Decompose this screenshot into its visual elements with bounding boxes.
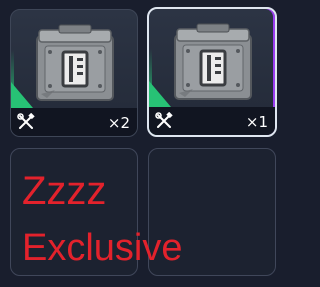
overlay-text-line-2: Exclusive xyxy=(22,227,183,269)
metal-crate-icon xyxy=(29,24,121,106)
wrench-screwdriver-icon[interactable] xyxy=(17,113,35,131)
metal-crate-icon xyxy=(167,23,259,105)
item-count: ×2 xyxy=(107,114,130,132)
wrench-screwdriver-icon[interactable] xyxy=(155,112,173,130)
item-count: ×1 xyxy=(245,113,268,131)
slot-footer: ×1 xyxy=(149,107,275,135)
inventory-slot-1[interactable]: ×2 xyxy=(10,9,138,137)
slot-footer: ×2 xyxy=(11,108,137,136)
overlay-text-line-1: Zzzz xyxy=(22,169,107,213)
inventory-slot-2[interactable]: ×1 xyxy=(147,7,277,137)
